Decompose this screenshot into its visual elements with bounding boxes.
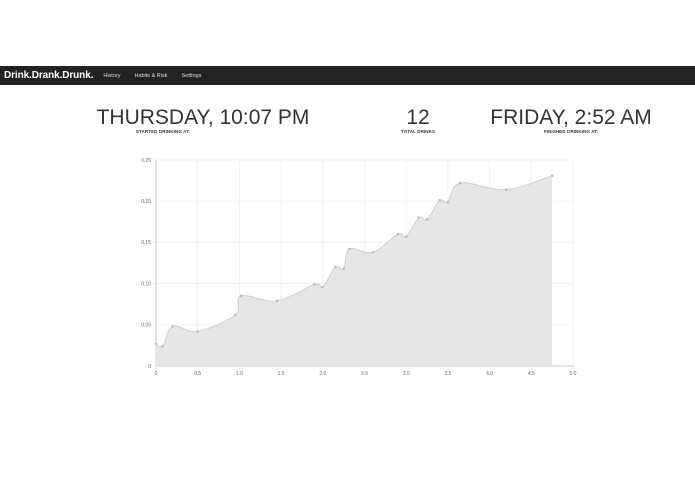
x-tick-label: 0.5 xyxy=(194,371,201,377)
bac-data-point xyxy=(417,216,421,219)
x-tick-label: 3.5 xyxy=(444,371,451,377)
bac-data-point xyxy=(154,342,158,346)
bac-area-fill xyxy=(156,175,553,366)
bac-data-point xyxy=(342,267,345,271)
bac-data-point xyxy=(275,299,279,303)
bac-data-point xyxy=(396,232,400,236)
x-tick-label: 2.5 xyxy=(361,371,368,377)
bac-data-point xyxy=(321,285,325,289)
x-tick-label: 3.0 xyxy=(403,371,410,377)
y-tick-label: 0.15 xyxy=(141,240,151,246)
bac-data-point xyxy=(504,188,508,191)
bac-data-point xyxy=(425,218,429,221)
bac-data-point xyxy=(438,199,441,202)
x-tick-label: 0 xyxy=(155,371,158,377)
bac-data-point xyxy=(446,200,450,204)
bac-area-chart: 0 0.5 1.0 1.5 2.0 2.5 3.0 3.5 4.0 4.5 5.0 0 0.05 0.10… xyxy=(141,158,577,377)
bac-data-point xyxy=(239,294,243,298)
bac-data-point xyxy=(348,247,351,251)
bac-data-point xyxy=(459,181,462,185)
bac-data-point xyxy=(196,330,199,333)
x-tick-label: 1.0 xyxy=(236,371,243,377)
bac-data-point xyxy=(161,344,164,348)
y-tick-label: 0.10 xyxy=(141,281,151,287)
x-tick-label: 1.5 xyxy=(278,371,285,377)
y-tick-label: 0.25 xyxy=(141,158,151,164)
y-tick-label: 0.20 xyxy=(141,199,151,205)
x-tick-label: 4.5 xyxy=(528,371,535,377)
bac-data-point xyxy=(171,325,174,328)
y-tick-label: 0 xyxy=(148,364,151,370)
bac-data-point xyxy=(334,265,337,269)
y-tick-label: 0.05 xyxy=(141,323,151,329)
bac-data-point xyxy=(233,313,237,317)
bac-data-point xyxy=(404,235,408,238)
bac-data-point xyxy=(550,174,554,177)
x-tick-label: 2.0 xyxy=(319,371,326,377)
bac-data-point xyxy=(371,250,375,254)
bac-data-point xyxy=(313,283,316,286)
x-tick-label: 4.0 xyxy=(486,371,493,377)
x-tick-label: 5.0 xyxy=(570,371,577,377)
